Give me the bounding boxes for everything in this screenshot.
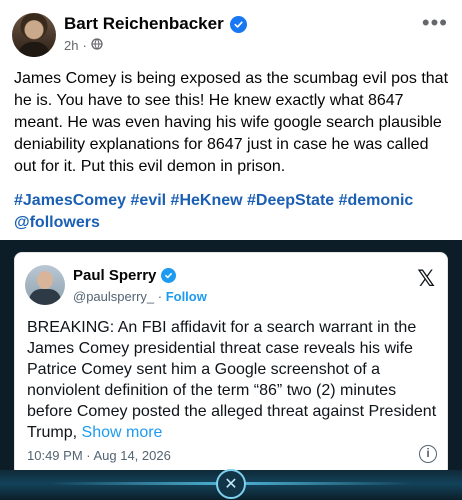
embedded-tweet-card[interactable]: Paul Sperry @paulsperry_ · Follow 𝕏 BREA… bbox=[14, 252, 448, 477]
tweet-author-row: Paul Sperry bbox=[73, 267, 177, 284]
tweet-handle[interactable]: @paulsperry_ bbox=[73, 289, 154, 304]
embedded-media[interactable]: Paul Sperry @paulsperry_ · Follow 𝕏 BREA… bbox=[0, 240, 462, 500]
tweet-text: BREAKING: An FBI affidavit for a search … bbox=[27, 319, 437, 441]
tweet-timestamp[interactable]: 10:49 PM · Aug 14, 2026 bbox=[27, 448, 171, 463]
handle-separator: · bbox=[154, 289, 166, 304]
tweet-author-name[interactable]: Paul Sperry bbox=[73, 267, 156, 284]
show-more-link[interactable]: Show more bbox=[82, 424, 163, 441]
globe-icon bbox=[91, 38, 103, 53]
separator-dot: · bbox=[82, 38, 87, 53]
tweet-body: BREAKING: An FBI affidavit for a search … bbox=[27, 317, 439, 443]
post-meta: 2h · bbox=[64, 38, 103, 53]
tweet-author-avatar[interactable] bbox=[25, 265, 65, 305]
author-name-row: Bart Reichenbacker bbox=[64, 14, 247, 34]
tweet-handle-row: @paulsperry_ · Follow bbox=[73, 289, 207, 304]
follow-link[interactable]: Follow bbox=[166, 289, 207, 304]
info-icon[interactable]: i bbox=[419, 445, 437, 463]
close-icon[interactable]: ✕ bbox=[216, 469, 246, 499]
verified-badge-icon bbox=[229, 15, 247, 33]
author-avatar[interactable] bbox=[12, 13, 56, 57]
x-logo-icon[interactable]: 𝕏 bbox=[417, 267, 435, 292]
post-time[interactable]: 2h bbox=[64, 38, 78, 53]
post-hashtags[interactable]: #JamesComey #evil #HeKnew #DeepState #de… bbox=[14, 190, 450, 234]
post-header: Bart Reichenbacker 2h · ••• bbox=[0, 0, 462, 64]
tweet-verified-icon bbox=[161, 268, 177, 283]
more-options-icon[interactable]: ••• bbox=[422, 10, 448, 36]
post-text: James Comey is being exposed as the scum… bbox=[14, 70, 449, 175]
author-name[interactable]: Bart Reichenbacker bbox=[64, 14, 224, 34]
